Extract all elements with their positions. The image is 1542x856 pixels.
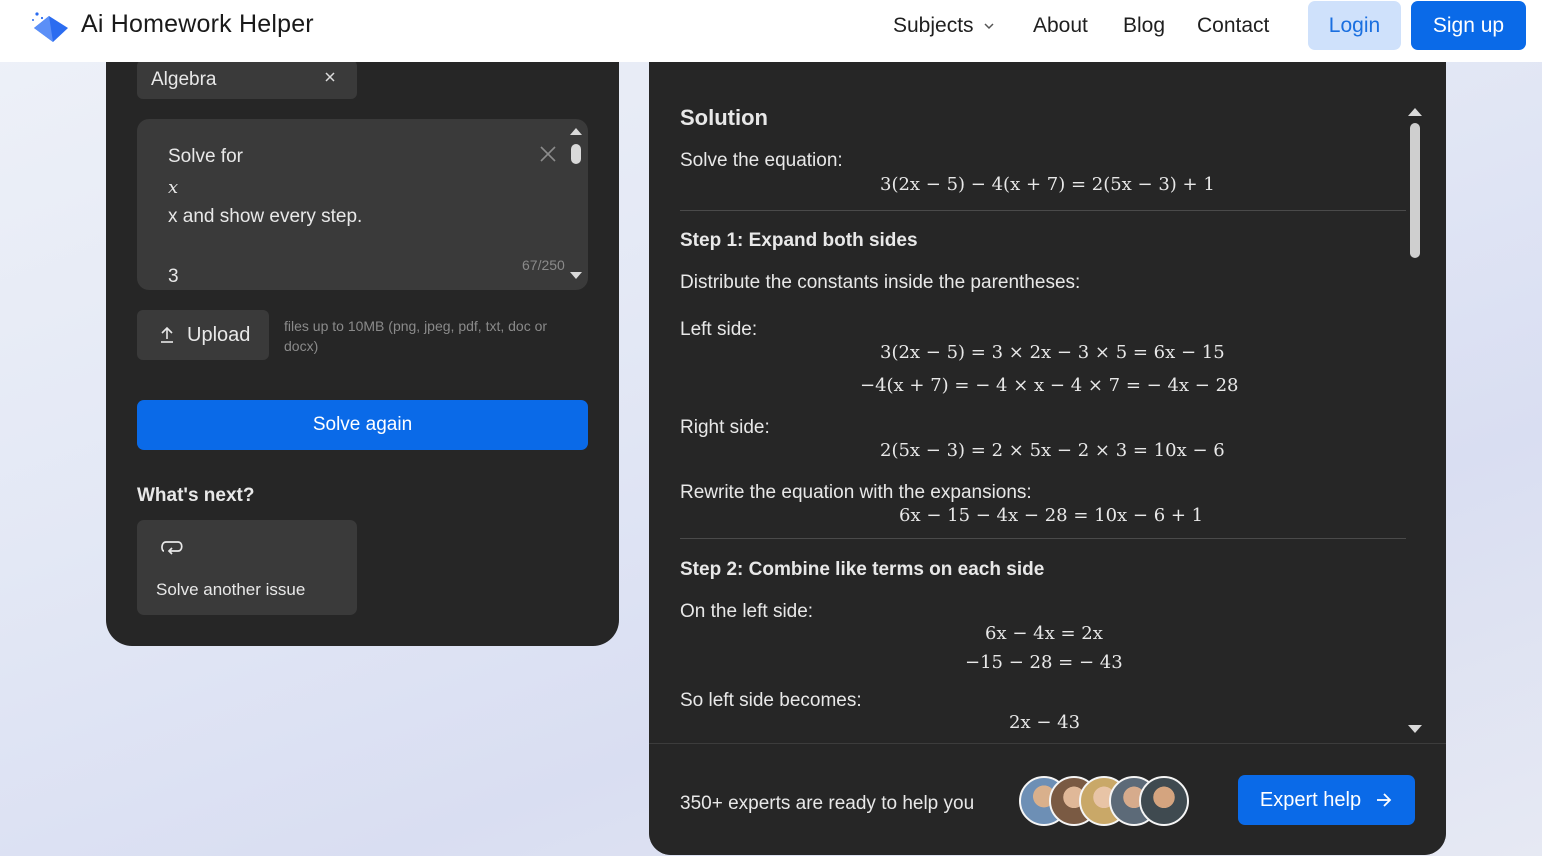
experts-text: 350+ experts are ready to help you [680, 793, 975, 814]
expert-avatars [1019, 776, 1194, 826]
step2-becomes-label: So left side becomes: [680, 690, 862, 711]
question-textarea[interactable]: Solve for x x and show every step. 3 67/… [137, 119, 588, 290]
upload-icon [161, 326, 173, 343]
upload-button[interactable]: Upload [137, 310, 269, 360]
question-line: 3 [168, 266, 179, 287]
scroll-down-icon[interactable] [1408, 725, 1422, 734]
whats-next-heading: What's next? [137, 485, 255, 506]
nav-contact[interactable]: Contact [1197, 14, 1269, 38]
step2-title: Step 2: Combine like terms on each side [680, 559, 1045, 580]
step1-left-label: Left side: [680, 319, 758, 340]
step2-eq2: −15 − 28 = − 43 [965, 652, 1123, 673]
step2-left-label: On the left side: [680, 601, 814, 622]
divider [680, 538, 1406, 539]
step1-rewrite-eq: 6x − 15 − 4x − 28 = 10x − 6 + 1 [899, 505, 1204, 526]
signup-button[interactable]: Sign up [1411, 1, 1526, 50]
step1-rewrite-label: Rewrite the equation with the expansions… [680, 482, 1032, 503]
solution-title: Solution [680, 105, 768, 130]
nav-subjects-label: Subjects [893, 14, 974, 37]
step2-eq1: 6x − 4x = 2x [985, 623, 1103, 644]
question-line: x and show every step. [168, 206, 363, 227]
clear-icon[interactable] [539, 145, 557, 163]
step1-left-eq1: 3(2x − 5) = 3 × 2x − 3 × 5 = 6x − 15 [880, 342, 1225, 363]
chevron-down-icon [984, 23, 994, 30]
step1-desc: Distribute the constants inside the pare… [680, 272, 1081, 293]
textarea-scrollbar[interactable] [571, 144, 581, 164]
nav-blog[interactable]: Blog [1123, 14, 1165, 38]
login-button[interactable]: Login [1308, 1, 1401, 50]
solution-panel: Solution Solve the equation: 3(2x − 5) −… [649, 40, 1446, 855]
step2-becomes-eq: 2x − 43 [1009, 712, 1081, 733]
char-count: 67/250 [522, 257, 565, 273]
solution-scrollbar[interactable] [1410, 123, 1420, 258]
question-panel: Algebra Solve for x x and show every ste… [106, 40, 619, 646]
question-line: Solve for [168, 146, 243, 167]
nav-subjects[interactable]: Subjects [893, 14, 996, 38]
close-icon[interactable] [323, 70, 337, 84]
logo-icon[interactable] [30, 8, 70, 44]
experts-bar: 350+ experts are ready to help you Exper… [649, 743, 1446, 855]
brand-name[interactable]: Ai Homework Helper [81, 10, 314, 39]
top-header: Ai Homework Helper Subjects About Blog C… [0, 0, 1542, 62]
avatar [1139, 776, 1189, 826]
arrow-right-icon [1377, 793, 1392, 807]
divider [680, 210, 1406, 211]
loop-icon [161, 541, 183, 555]
solve-again-button[interactable]: Solve again [137, 400, 588, 450]
nav-about[interactable]: About [1033, 14, 1088, 38]
step1-title: Step 1: Expand both sides [680, 230, 918, 251]
step1-left-eq2: −4(x + 7) = − 4 × x − 4 × 7 = − 4x − 28 [860, 375, 1239, 396]
scroll-up-icon[interactable] [570, 127, 582, 135]
step1-right-label: Right side: [680, 417, 770, 438]
upload-label: Upload [187, 323, 251, 346]
solution-intro: Solve the equation: [680, 150, 843, 171]
scroll-down-icon[interactable] [570, 272, 582, 280]
main-equation: 3(2x − 5) − 4(x + 7) = 2(5x − 3) + 1 [880, 174, 1215, 195]
expert-help-label: Expert help [1259, 788, 1362, 811]
step1-right-eq: 2(5x − 3) = 2 × 5x − 2 × 3 = 10x − 6 [880, 440, 1225, 461]
solve-another-label: Solve another issue [156, 580, 306, 599]
subject-chip-label: Algebra [151, 68, 217, 90]
question-math-var: x [168, 177, 179, 198]
subject-chip[interactable]: Algebra [137, 60, 357, 99]
expert-help-button[interactable]: Expert help [1238, 775, 1415, 825]
solve-another-card[interactable]: Solve another issue [137, 520, 357, 615]
scroll-up-icon[interactable] [1408, 107, 1422, 116]
upload-hint: files up to 10MB (png, jpeg, pdf, txt, d… [284, 318, 548, 354]
